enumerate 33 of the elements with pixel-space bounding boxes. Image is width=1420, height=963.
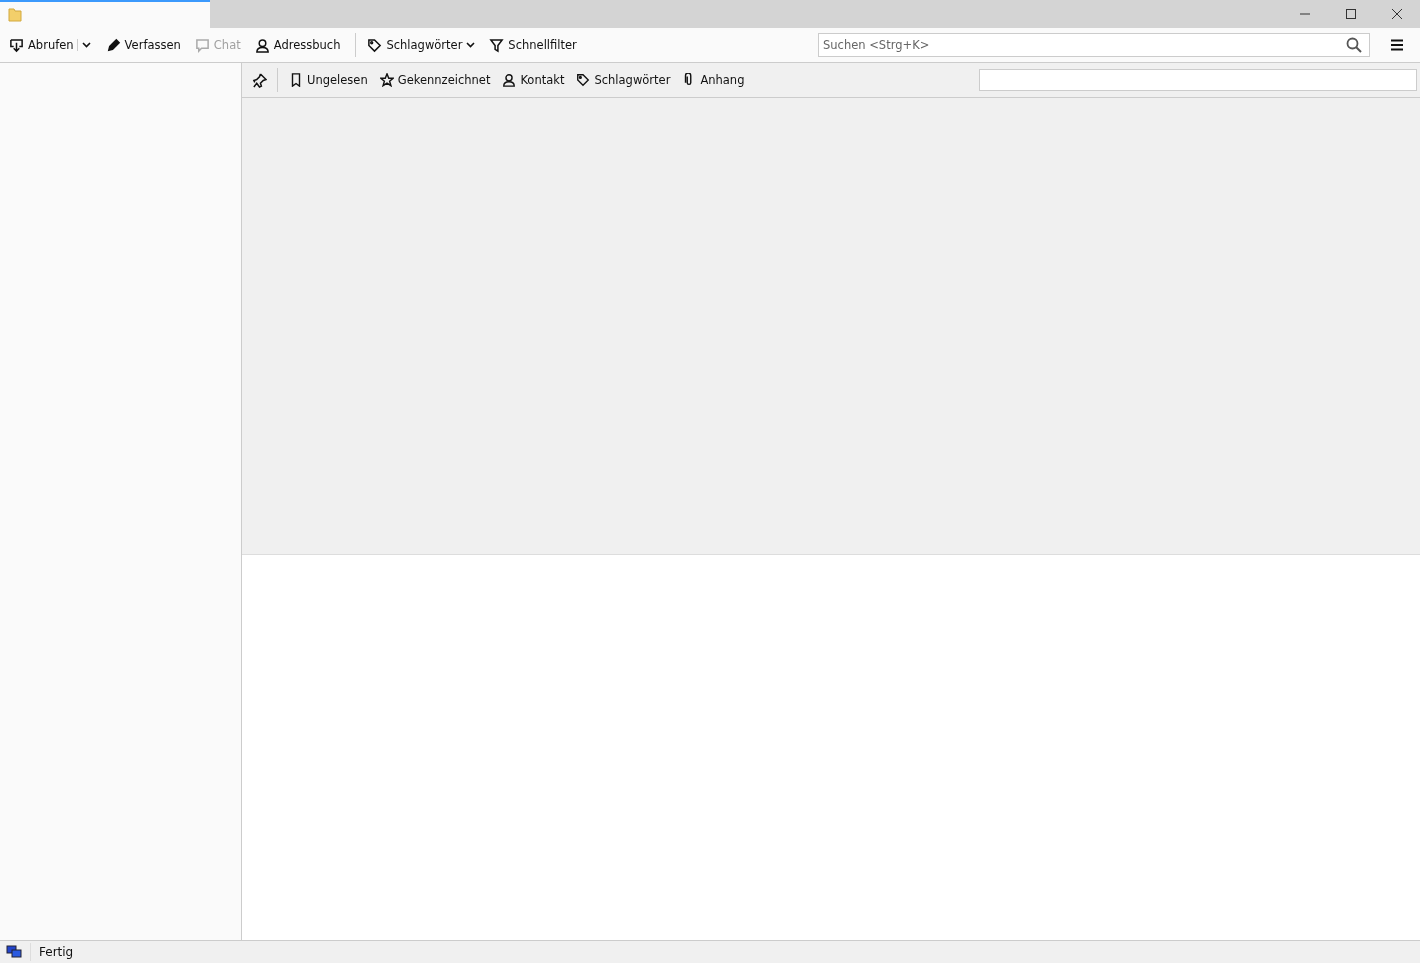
person-icon	[254, 37, 270, 53]
star-icon	[379, 73, 394, 87]
pencil-icon	[105, 37, 121, 53]
folder-icon	[8, 8, 22, 22]
caret-icon	[81, 42, 91, 48]
funnel-icon	[489, 37, 505, 53]
filter-button[interactable]: Gekennzeichnet	[374, 70, 496, 90]
chat-bubble-icon	[194, 37, 210, 53]
network-computers-icon	[6, 945, 22, 959]
toolbar-button[interactable]: Verfassen	[100, 34, 186, 56]
toolbar-button[interactable]: Adressbuch	[249, 34, 346, 56]
filter-button[interactable]: Anhang	[677, 70, 750, 90]
toolbar-button[interactable]: Schlagwörter	[362, 34, 481, 56]
filter-button[interactable]: Schlagwörter	[571, 70, 676, 90]
bookmark-icon	[289, 73, 303, 87]
toolbar-button[interactable]: Schnellfilter	[484, 34, 582, 56]
status-text: Fertig	[39, 945, 74, 959]
close-icon[interactable]	[1391, 8, 1403, 20]
menu-icon[interactable]	[1390, 39, 1404, 51]
toolbar-button[interactable]: Abrufen	[4, 34, 79, 56]
caret-icon	[466, 42, 476, 48]
tag-icon	[576, 73, 591, 87]
tag-icon	[367, 37, 383, 53]
filter-button[interactable]: Ungelesen	[284, 70, 373, 90]
window-tab[interactable]	[0, 0, 210, 28]
filter-button[interactable]: Kontakt	[497, 70, 570, 90]
download-icon	[9, 37, 24, 53]
maximize-icon[interactable]	[1345, 8, 1357, 20]
person-icon	[502, 73, 517, 87]
search-icon[interactable]	[1346, 37, 1362, 53]
filter-input-field[interactable]	[979, 69, 1417, 91]
search-field[interactable]: Suchen <Strg+K>	[818, 33, 1370, 57]
pin-icon[interactable]	[252, 72, 267, 88]
